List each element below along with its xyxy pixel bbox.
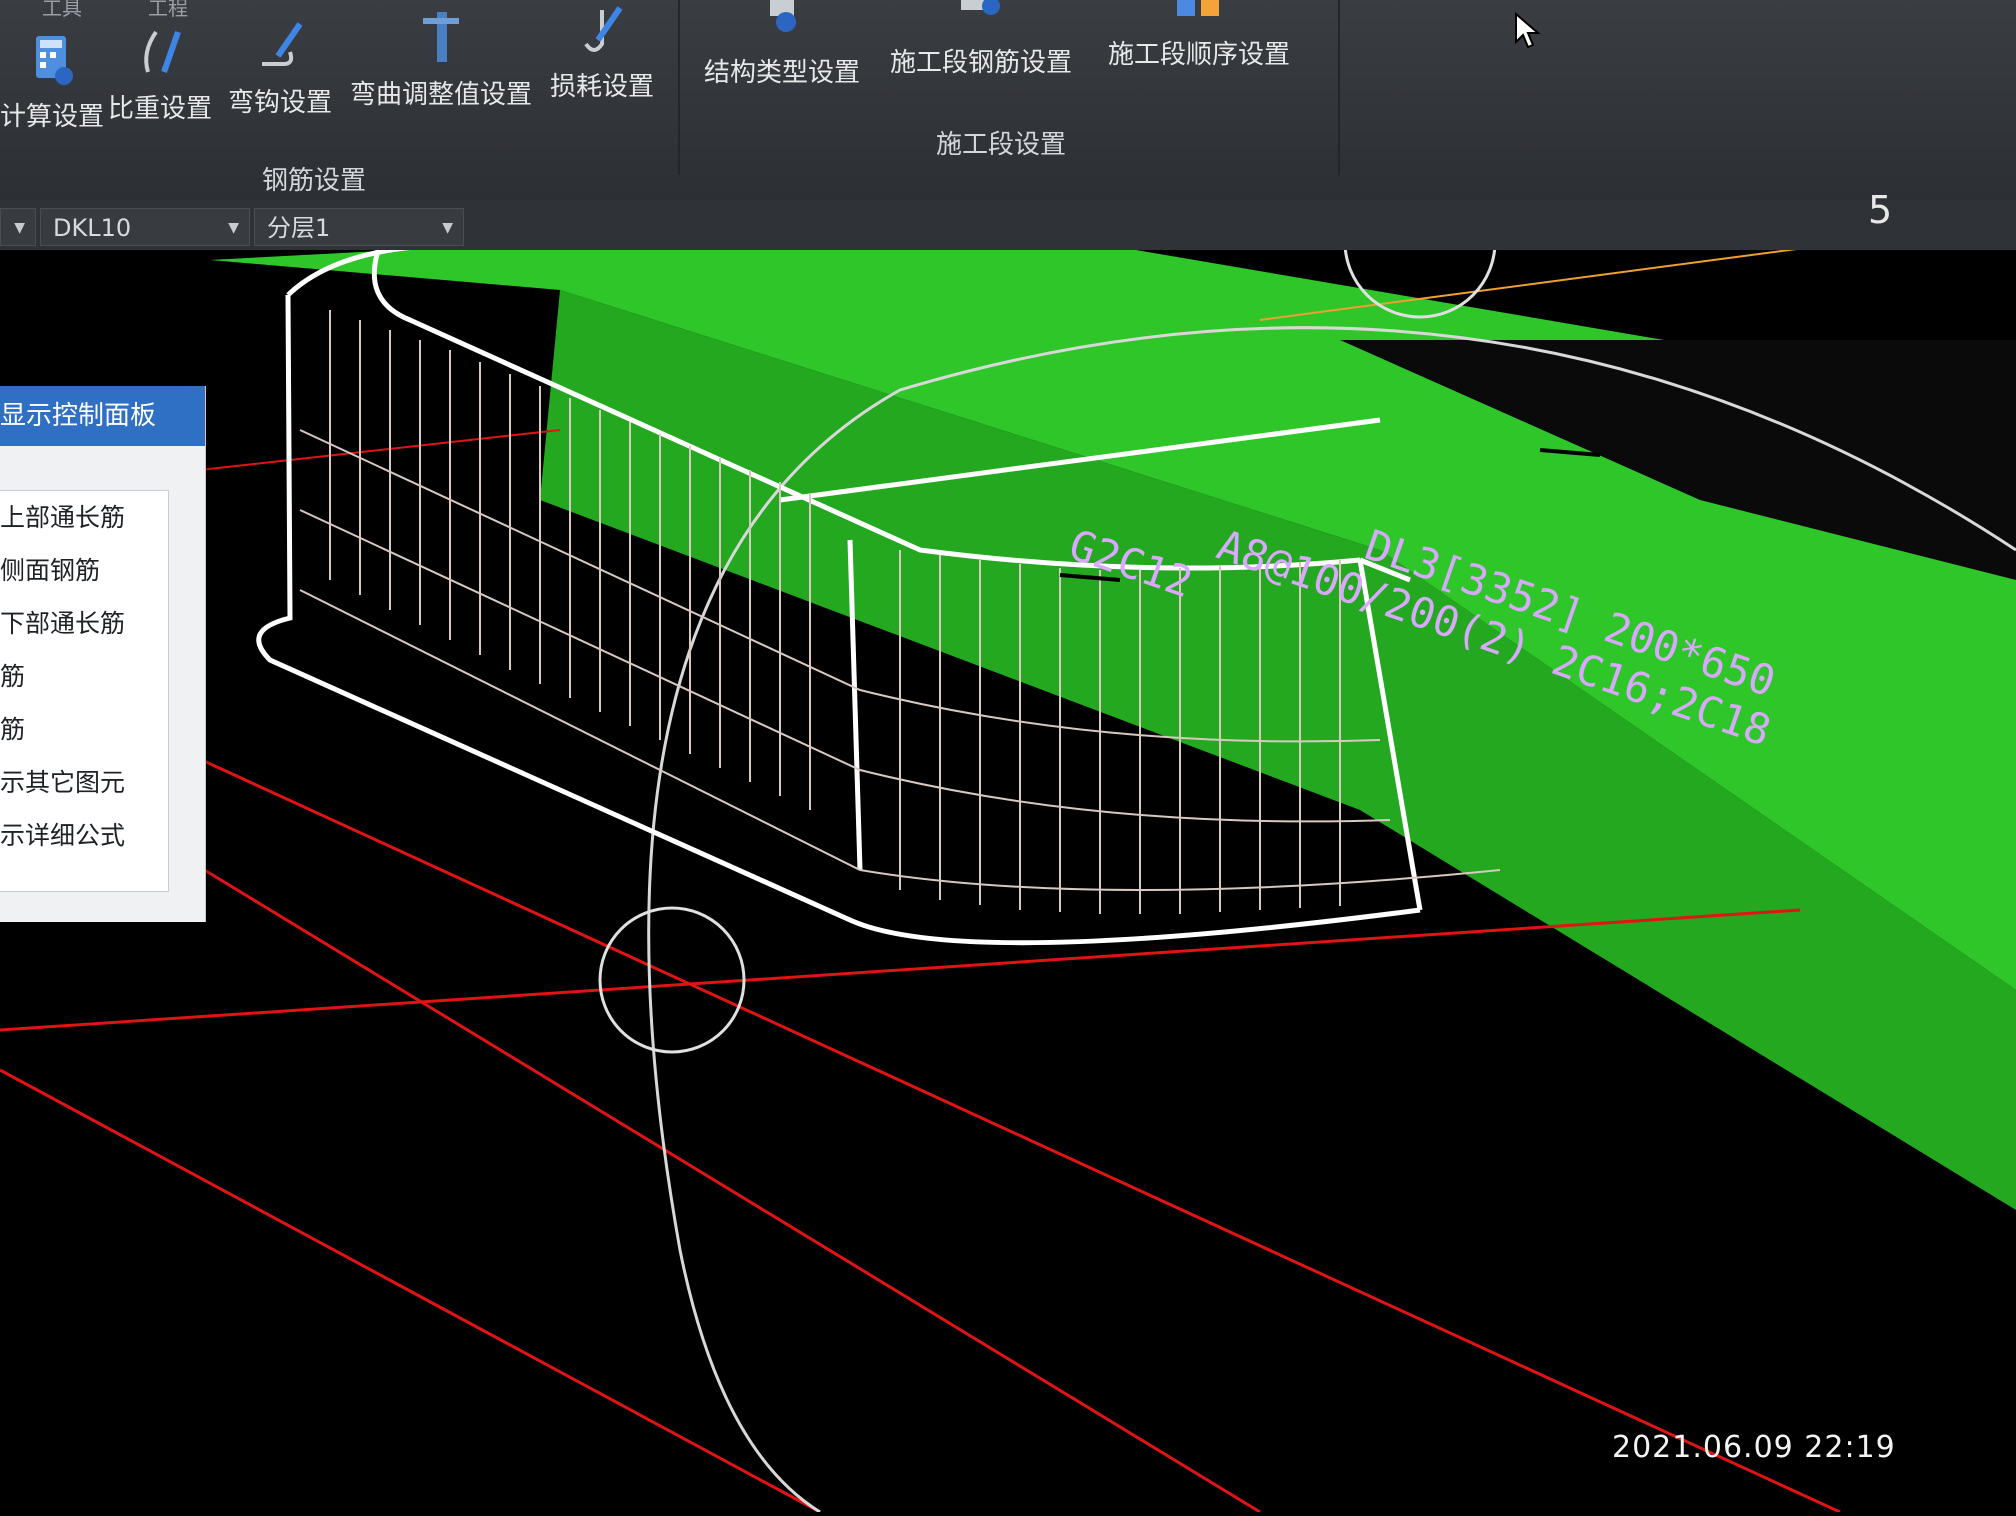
hook-settings-button[interactable]: 弯钩设置 xyxy=(228,16,332,119)
photo-timestamp: 2021.06.09 22:19 xyxy=(1612,1430,1896,1465)
panel-item-rebar-a[interactable]: 筋 xyxy=(0,650,168,703)
tab-tools[interactable]: 工具 xyxy=(42,0,82,21)
layer-select-value: 分层1 xyxy=(267,214,331,242)
density-settings-label: 比重设置 xyxy=(108,94,213,124)
view-number: 5 xyxy=(1868,188,1893,232)
group-separator xyxy=(678,0,680,175)
density-settings-button[interactable]: 比重设置 xyxy=(108,22,212,125)
floor-select[interactable]: ▼ xyxy=(0,208,36,246)
bend-adjust-icon xyxy=(415,8,467,68)
ribbon: 工具 工程 计算设置 比重设置 弯钩设置 弯曲调整值设置 损耗设置 钢筋设置 结… xyxy=(0,0,2016,201)
3d-viewport[interactable]: DL3[3352] 200*650 A8@100/200(2) 2C16;2C1… xyxy=(0,165,2016,1514)
chevron-down-icon: ▼ xyxy=(14,220,25,236)
panel-item-bottom-rebar[interactable]: 下部通长筋 xyxy=(0,597,168,650)
grid-line xyxy=(199,429,561,471)
hook-settings-label: 弯钩设置 xyxy=(228,88,333,118)
guide-circle xyxy=(598,906,746,1054)
loss-settings-button[interactable]: 损耗设置 xyxy=(550,0,654,103)
panel-item-detail-formula[interactable]: 示详细公式 xyxy=(0,809,168,862)
mouse-cursor-icon xyxy=(1515,12,1541,49)
panel-item-side-rebar[interactable]: 侧面钢筋 xyxy=(0,544,168,597)
stage-order-settings-button[interactable]: 施工段顺序设置 xyxy=(1108,0,1290,71)
calc-settings-label: 计算设置 xyxy=(0,102,105,132)
element-select[interactable]: DKL10 ▼ xyxy=(40,208,250,246)
structure-type-settings-button[interactable]: 结构类型设置 xyxy=(704,0,860,89)
panel-title[interactable]: 显示控制面板 xyxy=(0,386,205,446)
loss-icon xyxy=(576,0,628,60)
grid-line xyxy=(0,1068,821,1514)
panel-item-rebar-b[interactable]: 筋 xyxy=(0,703,168,756)
calculator-icon xyxy=(26,30,78,90)
panel-item-list: 上部通长筋 侧面钢筋 下部通长筋 筋 筋 示其它图元 示详细公式 xyxy=(0,490,169,892)
structure-type-settings-label: 结构类型设置 xyxy=(704,58,861,88)
tab-project[interactable]: 工程 xyxy=(148,0,188,21)
panel-item-top-rebar[interactable]: 上部通长筋 xyxy=(0,491,168,544)
hook-icon xyxy=(254,16,306,76)
structure-type-icon xyxy=(756,0,808,46)
stage-rebar-settings-label: 施工段钢筋设置 xyxy=(890,48,1073,78)
loss-settings-label: 损耗设置 xyxy=(550,72,655,102)
rebar-weight-icon xyxy=(134,22,186,82)
bend-adjust-settings-button[interactable]: 弯曲调整值设置 xyxy=(350,8,532,111)
group-label-rebar-settings: 钢筋设置 xyxy=(262,166,367,196)
bend-adjust-settings-label: 弯曲调整值设置 xyxy=(350,80,533,110)
stage-order-icon xyxy=(1173,0,1225,28)
display-control-panel: 显示控制面板 上部通长筋 侧面钢筋 下部通长筋 筋 筋 示其它图元 示详细公式 xyxy=(0,386,206,922)
model-canvas xyxy=(0,165,2016,1514)
group-separator xyxy=(1338,0,1340,175)
calc-settings-button[interactable]: 计算设置 xyxy=(0,30,104,133)
element-select-value: DKL10 xyxy=(53,214,132,242)
grid-line xyxy=(0,908,1801,1032)
chevron-down-icon: ▼ xyxy=(442,220,453,236)
stage-rebar-icon xyxy=(955,0,1007,36)
stage-rebar-settings-button[interactable]: 施工段钢筋设置 xyxy=(890,0,1072,79)
layer-select[interactable]: 分层1 ▼ xyxy=(254,208,464,246)
group-label-stage-settings: 施工段设置 xyxy=(936,130,1067,160)
stage-order-settings-label: 施工段顺序设置 xyxy=(1108,40,1291,70)
panel-item-other-elements[interactable]: 示其它图元 xyxy=(0,756,168,809)
chevron-down-icon: ▼ xyxy=(228,220,239,236)
